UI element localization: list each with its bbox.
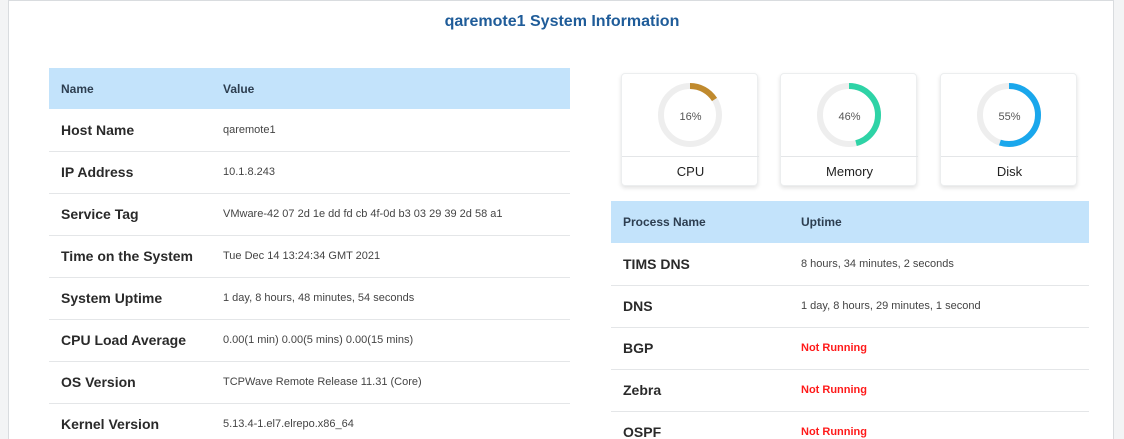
system-info-table: Name Value Host Name qaremote1 IP Address… xyxy=(49,68,570,439)
process-uptime: 1 day, 8 hours, 29 minutes, 1 second xyxy=(801,285,1089,328)
row-key: Host Name xyxy=(49,109,221,152)
row-key: OS Version xyxy=(49,361,221,404)
row-value: 10.1.8.243 xyxy=(221,151,570,194)
memory-gauge-card: 46% Memory xyxy=(780,73,918,186)
table-row: TIMS DNS 8 hours, 34 minutes, 2 seconds xyxy=(611,243,1089,286)
process-uptime: Not Running xyxy=(801,327,1089,370)
process-name: Zebra xyxy=(611,369,801,412)
table-row: System Uptime 1 day, 8 hours, 48 minutes,… xyxy=(49,277,570,320)
table-row: CPU Load Average 0.00(1 min) 0.00(5 mins)… xyxy=(49,319,570,362)
table-row: IP Address 10.1.8.243 xyxy=(49,151,570,194)
divider xyxy=(941,156,1078,157)
table-row: Kernel Version 5.13.4-1.el7.elrepo.x86_64 xyxy=(49,403,570,439)
row-value: Tue Dec 14 13:24:34 GMT 2021 xyxy=(221,235,570,278)
row-value: TCPWave Remote Release 11.31 (Core) xyxy=(221,361,570,404)
table-header-row: Process Name Uptime xyxy=(611,201,1089,243)
row-value: 5.13.4-1.el7.elrepo.x86_64 xyxy=(221,403,570,439)
row-key: Kernel Version xyxy=(49,403,221,439)
process-name: DNS xyxy=(611,285,801,328)
column-header-name: Name xyxy=(49,68,221,109)
table-row: Zebra Not Running xyxy=(611,369,1089,412)
row-value: VMware-42 07 2d 1e dd fd cb 4f-0d b3 03 … xyxy=(221,193,570,236)
cpu-gauge-card: 16% CPU xyxy=(621,73,759,186)
column-header-value: Value xyxy=(221,68,570,109)
system-info-panel: qaremote1 System Information Name Value … xyxy=(8,0,1114,439)
process-name: BGP xyxy=(611,327,801,370)
memory-label: Memory xyxy=(826,164,873,179)
row-key: Time on the System xyxy=(49,235,221,278)
table-row: Service Tag VMware-42 07 2d 1e dd fd cb 4… xyxy=(49,193,570,236)
row-value: qaremote1 xyxy=(221,109,570,152)
disk-percent: 55% xyxy=(998,111,1021,123)
row-key: IP Address xyxy=(49,151,221,194)
process-name: OSPF xyxy=(611,411,801,439)
divider xyxy=(781,156,918,157)
page-title: qaremote1 System Information xyxy=(444,13,680,30)
table-row: BGP Not Running xyxy=(611,327,1089,370)
row-value: 1 day, 8 hours, 48 minutes, 54 seconds xyxy=(221,277,570,320)
table-header-row: Name Value xyxy=(49,68,570,109)
table-row: OSPF Not Running xyxy=(611,411,1089,439)
process-uptime: Not Running xyxy=(801,369,1089,412)
process-table: Process Name Uptime TIMS DNS 8 hours, 34 … xyxy=(611,201,1089,439)
column-header-uptime: Uptime xyxy=(801,201,1089,243)
process-uptime: 8 hours, 34 minutes, 2 seconds xyxy=(801,243,1089,286)
row-key: CPU Load Average xyxy=(49,319,221,362)
row-key: System Uptime xyxy=(49,277,221,320)
table-row: OS Version TCPWave Remote Release 11.31 (… xyxy=(49,361,570,404)
process-name: TIMS DNS xyxy=(611,243,801,286)
cpu-percent: 16% xyxy=(679,111,702,123)
disk-gauge-card: 55% Disk xyxy=(940,73,1078,186)
process-uptime: Not Running xyxy=(801,411,1089,439)
column-header-process-name: Process Name xyxy=(611,201,801,243)
disk-label: Disk xyxy=(996,164,1023,179)
table-row: Time on the System Tue Dec 14 13:24:34 GM… xyxy=(49,235,570,278)
row-key: Service Tag xyxy=(49,193,221,236)
table-row: Host Name qaremote1 xyxy=(49,109,570,152)
divider xyxy=(622,156,759,157)
row-value: 0.00(1 min) 0.00(5 mins) 0.00(15 mins) xyxy=(221,319,570,362)
table-row: DNS 1 day, 8 hours, 29 minutes, 1 second xyxy=(611,285,1089,328)
cpu-label: CPU xyxy=(676,164,705,179)
memory-percent: 46% xyxy=(838,111,861,123)
